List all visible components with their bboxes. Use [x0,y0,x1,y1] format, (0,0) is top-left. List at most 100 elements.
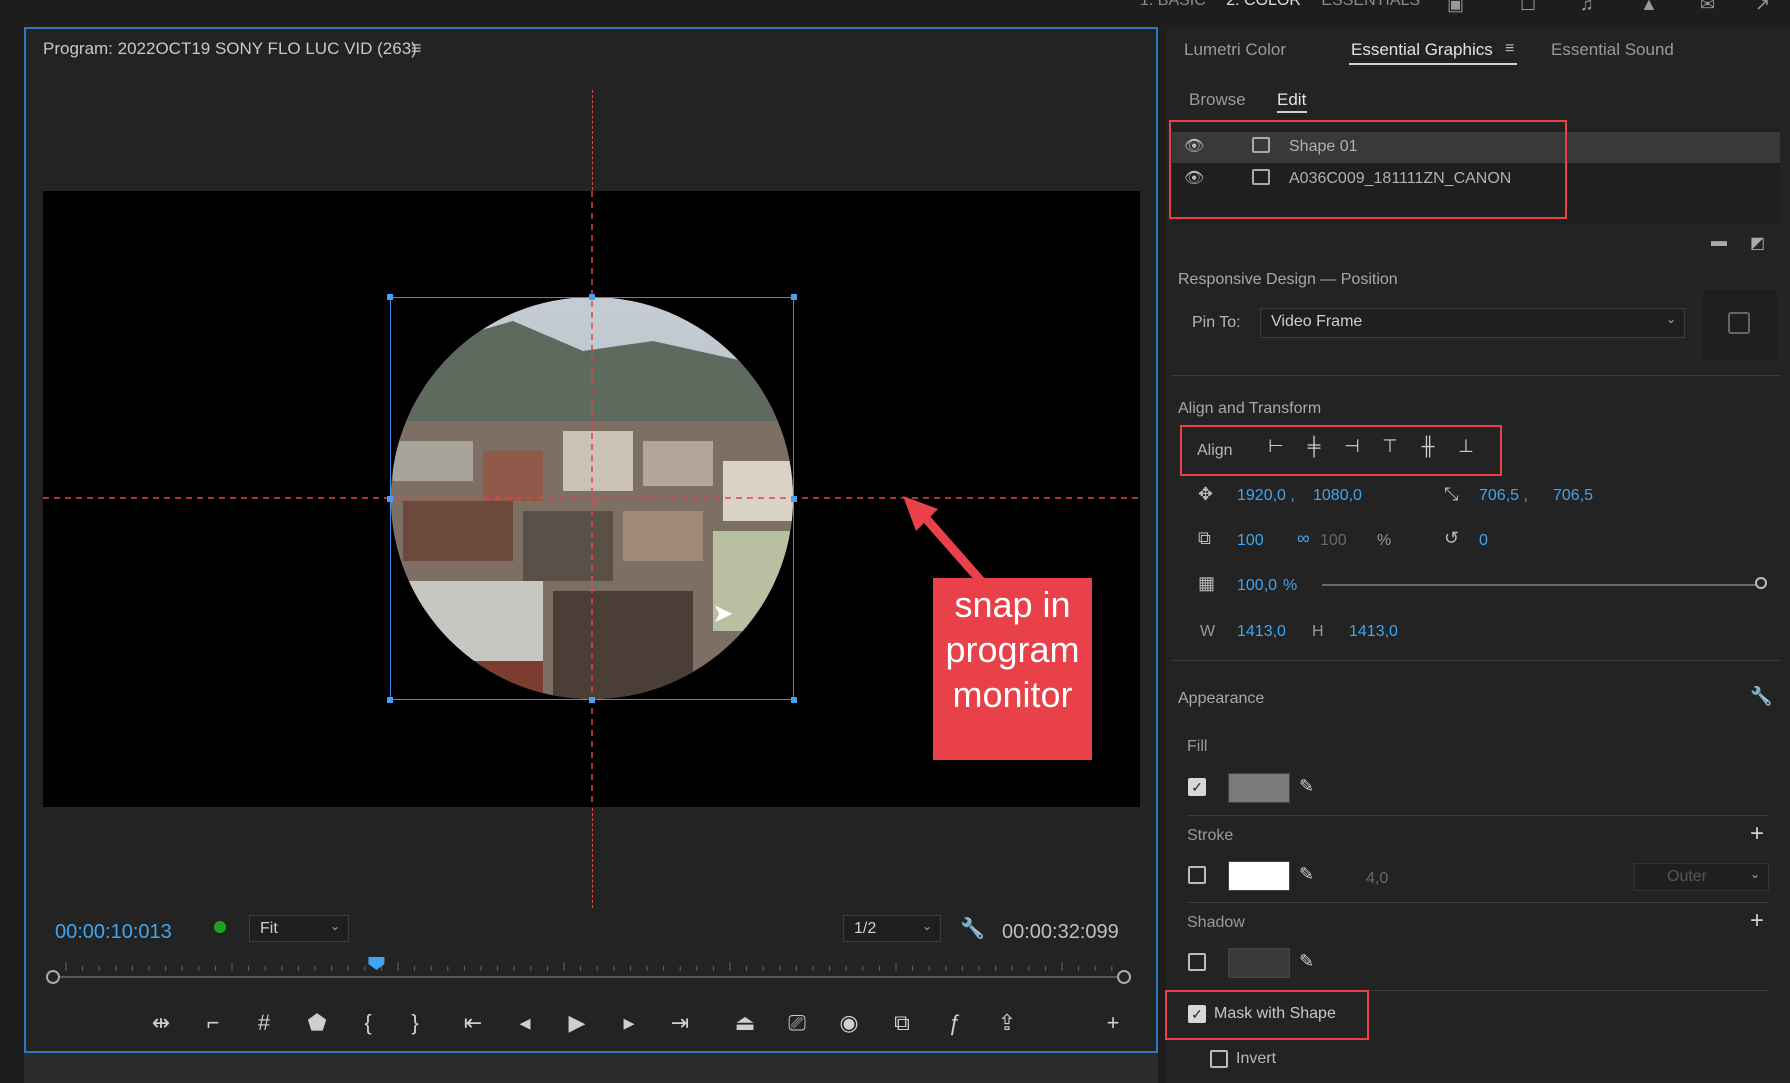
resize-handle[interactable] [387,697,393,703]
current-timecode[interactable]: 00:00:10:013 [55,921,172,944]
opacity-slider-knob[interactable] [1755,577,1767,589]
play-icon[interactable]: ▶ [562,1010,592,1036]
playhead[interactable] [368,956,385,970]
resize-handle[interactable] [387,496,393,502]
add-stroke-icon[interactable]: + [1750,820,1764,848]
tab-lumetri-color[interactable]: Lumetri Color [1184,40,1286,60]
pin-to-label: Pin To: [1192,314,1241,331]
safe-margins-icon[interactable]: # [249,1010,279,1036]
mark-out-icon[interactable]: } [400,1010,430,1036]
comparison-view-icon[interactable]: ⧉ [887,1010,917,1036]
mark-in-icon[interactable]: { [353,1010,383,1036]
annotation-line-3: monitor [952,674,1073,715]
appearance-wrench-icon[interactable]: 🔧 [1750,686,1772,707]
opacity-field[interactable]: 100,0 [1237,577,1277,595]
workspace-tab-basic[interactable]: 1. BASIC [1140,0,1206,9]
width-field[interactable]: 1413,0 [1237,623,1286,641]
align-transform-title: Align and Transform [1178,400,1322,417]
link-icon[interactable]: ∞ [1297,528,1310,549]
eyedropper-icon[interactable]: ✎ [1299,864,1314,885]
resize-handle[interactable] [791,697,797,703]
resize-handle[interactable] [791,294,797,300]
fill-checkbox[interactable]: ✓ [1188,778,1206,796]
program-monitor-title: Program: 2022OCT19 SONY FLO LUC VID (263… [43,39,417,58]
scale-linked-field: 100 [1320,532,1347,549]
subtab-browse[interactable]: Browse [1189,90,1246,110]
pin-center-box[interactable] [1728,312,1750,334]
settings-wrench-icon[interactable]: 🔧 [960,916,985,941]
workspace-tab-essentials[interactable]: ESSENTIALS [1321,0,1420,9]
position-x-field[interactable]: 1920,0 , [1237,487,1295,505]
width-label: W [1200,623,1216,640]
stroke-checkbox[interactable] [1188,866,1206,884]
add-shadow-icon[interactable]: + [1750,907,1764,935]
resize-handle[interactable] [589,697,595,703]
share-icon[interactable]: ⇪ [992,1010,1022,1036]
shadow-checkbox[interactable] [1188,953,1206,971]
maximize-icon[interactable]: ☐ [1520,0,1536,15]
mark-in-out-icon[interactable]: ⇹ [146,1010,176,1036]
notification-icon[interactable]: ▲ [1640,0,1658,15]
invert-checkbox[interactable] [1210,1050,1228,1068]
tab-essential-graphics[interactable]: Essential Graphics [1351,40,1493,60]
fill-color-swatch[interactable] [1228,773,1290,803]
step-forward-icon[interactable]: ▸ [614,1010,644,1036]
opacity-slider-track[interactable] [1322,584,1762,586]
eyedropper-icon[interactable]: ✎ [1299,951,1314,972]
stroke-width-field[interactable]: 4,0 [1366,870,1388,888]
audio-icon[interactable]: ♫ [1580,0,1594,15]
lift-extract-icon[interactable]: ⏏ [730,1010,760,1036]
expand-icon[interactable]: ↗ [1755,0,1770,15]
section-divider [1172,375,1780,376]
shape-bounding-box[interactable] [390,297,794,700]
shadow-label: Shadow [1187,914,1245,931]
window-icon[interactable]: ▣ [1447,0,1464,15]
opacity-icon: ▦ [1198,573,1216,593]
pin-to-value: Video Frame [1271,313,1363,330]
chevron-down-icon: ⌄ [1749,867,1760,881]
guide-top-extension [592,90,593,190]
anchor-y-field[interactable]: 706,5 [1553,487,1593,505]
mouse-cursor-icon: ➤ [712,598,734,628]
panel-bottom-strip [24,1053,1158,1083]
new-folder-icon[interactable]: ▬ [1711,233,1727,251]
tab-essential-sound[interactable]: Essential Sound [1551,40,1674,60]
scale-unit: % [1377,532,1392,549]
fx-icon[interactable]: ƒ [939,1010,969,1036]
comments-icon[interactable]: ✉ [1700,0,1715,15]
transport-controls: ⇹ ⌐ # ⬟ { } ⇤ ◂ ▶ ▸ ⇥ ⏏ ⎚ ◉ ⧉ ƒ ⇪ + [130,1010,1130,1040]
pin-edges-widget[interactable] [1703,290,1777,360]
resize-handle[interactable] [387,294,393,300]
pin-to-dropdown[interactable]: Video Frame ⌄ [1260,308,1685,338]
add-marker-icon[interactable]: ⬟ [302,1010,332,1036]
resize-handle[interactable] [791,496,797,502]
resize-handle[interactable] [589,294,595,300]
stroke-type-dropdown[interactable]: Outer ⌄ [1634,863,1769,891]
anchor-x-field[interactable]: 706,5 , [1479,487,1528,505]
height-field[interactable]: 1413,0 [1349,623,1398,641]
scale-field[interactable]: 100 [1237,532,1264,550]
eyedropper-icon[interactable]: ✎ [1299,776,1314,797]
step-back-icon[interactable]: ◂ [510,1010,540,1036]
chevron-down-icon: ⌄ [921,919,932,933]
time-ruler[interactable] [44,956,1132,987]
workspace-tab-color[interactable]: 2. COLOR [1226,0,1301,9]
stroke-color-swatch[interactable] [1228,861,1290,891]
go-to-in-icon[interactable]: ⇤ [458,1010,488,1036]
position-y-field[interactable]: 1080,0 [1313,487,1362,505]
new-layer-icon[interactable]: ◩ [1750,233,1765,253]
subtab-edit[interactable]: Edit [1277,90,1306,110]
go-to-out-icon[interactable]: ⇥ [665,1010,695,1036]
rotation-field[interactable]: 0 [1479,532,1488,550]
annotation-line-2: program [945,629,1080,670]
extract-icon[interactable]: ⎚ [782,1010,812,1036]
zoom-fit-dropdown[interactable]: Fit ⌄ [249,915,349,942]
playback-resolution-dropdown[interactable]: 1/2 ⌄ [843,915,941,942]
shadow-color-swatch[interactable] [1228,948,1290,978]
add-button-icon[interactable]: + [1098,1010,1128,1036]
hamburger-icon[interactable]: ≡ [411,38,422,59]
lift-icon[interactable]: ⌐ [198,1010,228,1036]
chevron-down-icon: ⌄ [329,919,340,933]
panel-menu-icon[interactable]: ≡ [1505,40,1514,58]
export-frame-icon[interactable]: ◉ [834,1010,864,1036]
